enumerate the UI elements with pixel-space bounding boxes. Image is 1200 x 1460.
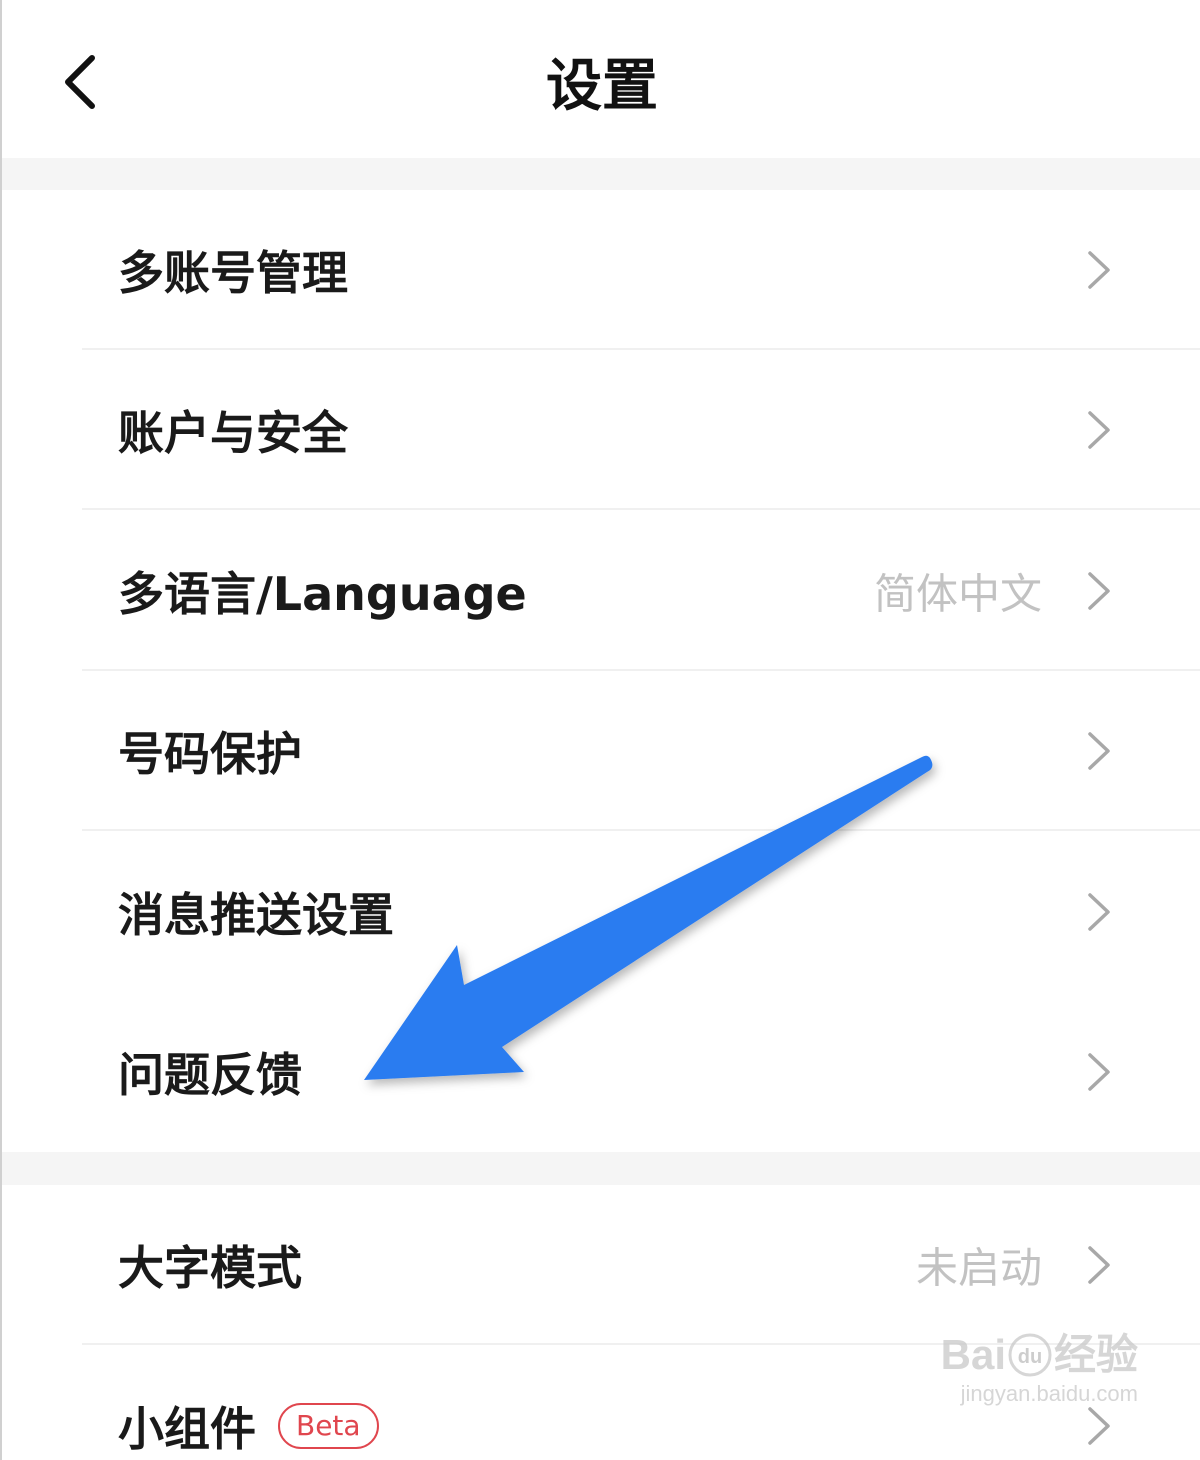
settings-item-number-protection[interactable]: 号码保护 bbox=[2, 671, 1200, 831]
row-divider bbox=[82, 1343, 1200, 1345]
row-divider bbox=[82, 829, 1200, 831]
widgets-label-text: 小组件 bbox=[118, 1402, 256, 1456]
page-title: 设置 bbox=[546, 54, 658, 119]
chevron-right-icon bbox=[1088, 1053, 1110, 1091]
chevron-right-icon bbox=[1088, 251, 1110, 289]
settings-item-label: 多账号管理 bbox=[118, 246, 348, 300]
settings-item-label: 号码保护 bbox=[118, 727, 302, 781]
chevron-right-icon bbox=[1088, 732, 1110, 770]
settings-item-label: 多语言/Language bbox=[118, 567, 527, 621]
settings-item-widgets[interactable]: 小组件 Beta bbox=[2, 1346, 1200, 1460]
settings-item-label: 小组件 Beta bbox=[118, 1393, 379, 1459]
chevron-right-icon bbox=[1088, 1246, 1110, 1284]
settings-item-account-security[interactable]: 账户与安全 bbox=[2, 350, 1200, 510]
settings-item-label: 大字模式 bbox=[118, 1241, 302, 1295]
section-divider bbox=[2, 158, 1200, 190]
settings-item-push-notifications[interactable]: 消息推送设置 bbox=[2, 832, 1200, 992]
chevron-right-icon bbox=[1088, 1407, 1110, 1445]
settings-item-multi-account[interactable]: 多账号管理 bbox=[2, 190, 1200, 350]
settings-item-label: 账户与安全 bbox=[118, 406, 348, 460]
settings-page: 设置 多账号管理 账户与安全 多语言/Language 简体中文 号码保护 消息… bbox=[0, 0, 1200, 1460]
language-value: 简体中文 bbox=[873, 569, 1042, 619]
settings-item-label: 问题反馈 bbox=[118, 1048, 302, 1102]
beta-badge: Beta bbox=[278, 1403, 379, 1449]
settings-item-large-font[interactable]: 大字模式 未启动 bbox=[2, 1185, 1200, 1345]
chevron-right-icon bbox=[1088, 893, 1110, 931]
chevron-right-icon bbox=[1088, 411, 1110, 449]
settings-item-feedback[interactable]: 问题反馈 bbox=[2, 992, 1200, 1152]
chevron-right-icon bbox=[1088, 572, 1110, 610]
top-bar: 设置 bbox=[2, 0, 1200, 158]
large-font-status: 未启动 bbox=[915, 1243, 1042, 1293]
settings-item-language[interactable]: 多语言/Language 简体中文 bbox=[2, 511, 1200, 671]
settings-item-label: 消息推送设置 bbox=[118, 888, 394, 942]
section-divider bbox=[2, 1152, 1200, 1185]
row-divider bbox=[82, 508, 1200, 510]
